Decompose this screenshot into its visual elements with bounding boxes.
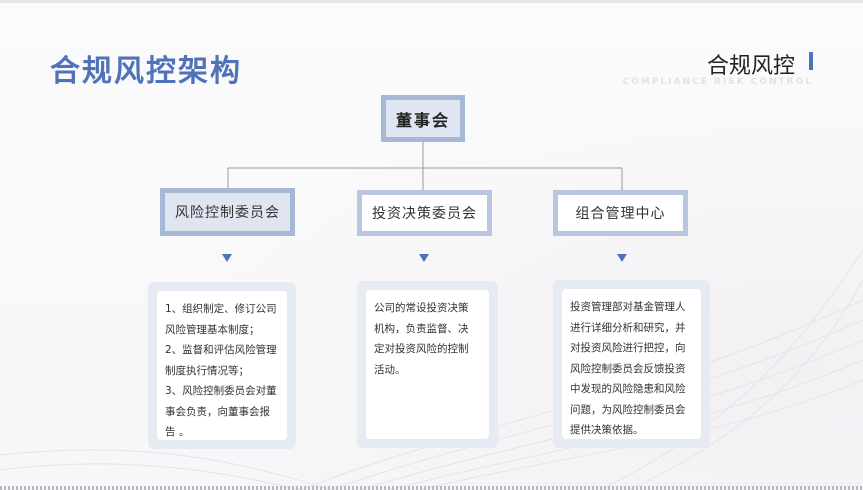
duty-card-portfolio-management: 投资管理部对基金管理人 进行详细分析和研究，并 对投资风险进行把控，向 风险控制… [553,280,710,448]
node-investment-decision-committee: 投资决策委员会 [357,190,492,236]
duty-text: 公司的常设投资决策 机构，负责监督、决 定对投资风险的控制 活动。 [374,302,469,376]
node-risk-control-committee: 风险控制委员会 [160,188,295,236]
duty-text: 1、组织制定、修订公司 风险管理基本制度； 2、监督和评估风险管理 制度执行情况… [165,303,277,438]
node-board-label: 董事会 [386,100,460,137]
bottom-dotted-divider [0,486,863,490]
down-arrow-icon [222,254,232,262]
duty-text: 投资管理部对基金管理人 进行详细分析和研究，并 对投资风险进行把控，向 风险控制… [570,301,686,436]
node-label: 组合管理中心 [558,195,683,231]
down-arrow-icon [419,254,429,262]
duty-card-risk-control: 1、组织制定、修订公司 风险管理基本制度； 2、监督和评估风险管理 制度执行情况… [148,282,296,449]
down-arrow-icon [617,254,627,262]
node-board: 董事会 [381,95,465,142]
node-label: 投资决策委员会 [362,195,487,231]
node-label: 风险控制委员会 [165,193,290,231]
node-portfolio-management-center: 组合管理中心 [553,190,688,236]
duty-card-investment-decision: 公司的常设投资决策 机构，负责监督、决 定对投资风险的控制 活动。 [357,281,498,448]
slide: 合规风控架构 合规风控 COMPLIANCE RISK CONTROL 董事会 … [0,0,863,490]
